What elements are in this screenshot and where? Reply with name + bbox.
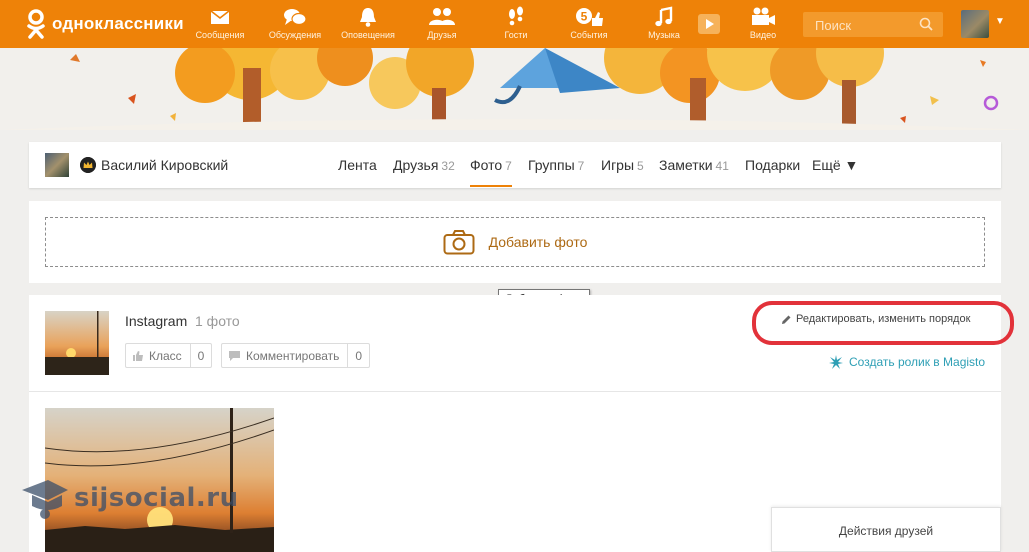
search-placeholder: Поиск <box>815 18 852 33</box>
like-count: 0 <box>197 348 205 363</box>
magisto-label: Создать ролик в Magisto <box>849 355 986 369</box>
nav-friends[interactable]: Друзья <box>407 6 477 40</box>
video-play-icon[interactable] <box>698 14 720 34</box>
tab-feed[interactable]: Лента <box>338 157 377 173</box>
tab-label: Заметки <box>659 157 713 173</box>
tab-count: 7 <box>505 159 512 173</box>
tab-label: Ещё ▼ <box>812 157 859 173</box>
nav-label: Обсуждения <box>268 30 322 40</box>
album-photo-count: 1 фото <box>195 313 240 329</box>
nav-label: Музыка <box>648 30 680 40</box>
graduation-cap-icon <box>22 480 68 519</box>
tab-count: 7 <box>577 159 585 173</box>
like-button[interactable]: Класс 0 <box>125 343 213 368</box>
bell-icon <box>360 8 376 27</box>
profile-cover-banner <box>0 48 1029 130</box>
tab-label: Подарки <box>745 157 801 173</box>
search-icon[interactable] <box>919 17 933 31</box>
events-badge: 5 <box>581 10 588 24</box>
nav-events[interactable]: 5 События <box>554 6 624 40</box>
edit-reorder-link[interactable]: Редактировать, изменить порядок <box>781 313 970 325</box>
comment-count: 0 <box>355 348 363 363</box>
nav-notifications[interactable]: Оповещения <box>333 6 403 40</box>
nav-label: Гости <box>504 30 528 40</box>
nav-video[interactable]: Видео <box>728 6 798 40</box>
tab-label: Друзья <box>393 157 439 173</box>
tab-count: 32 <box>441 159 455 173</box>
site-watermark: sijsocial.ru <box>20 474 239 522</box>
tab-groups[interactable]: Группы 7 <box>528 157 584 173</box>
comment-icon <box>229 350 240 361</box>
comment-label: Комментировать <box>246 348 340 363</box>
profile-avatar[interactable] <box>45 153 69 177</box>
comment-label-segment: Комментировать <box>222 344 349 367</box>
tab-photos[interactable]: Фото 7 <box>470 157 512 187</box>
nav-label: Оповещения <box>341 30 395 40</box>
nav-music[interactable]: Музыка <box>629 6 699 40</box>
tab-label: Лента <box>338 157 377 173</box>
friends-icon <box>429 8 455 25</box>
profile-name[interactable]: Василий Кировский <box>101 157 228 173</box>
tab-notes[interactable]: Заметки 41 <box>659 157 729 173</box>
avatar[interactable] <box>961 10 989 38</box>
nav-discussions[interactable]: Обсуждения <box>260 6 330 40</box>
album-card: Instagram 1 фото Класс 0 Комментировать … <box>29 295 1014 392</box>
tab-count: 5 <box>637 159 644 173</box>
tab-gifts[interactable]: Подарки <box>745 157 800 173</box>
magisto-icon <box>829 355 843 369</box>
autumn-trees-illustration <box>0 48 1029 130</box>
add-photo-label: Добавить фото <box>488 234 588 250</box>
like-label-segment: Класс <box>126 344 191 367</box>
watermark-text: sijsocial.ru <box>74 483 239 513</box>
nav-label: События <box>570 30 608 40</box>
crown-icon <box>80 157 96 173</box>
like-label: Класс <box>149 348 182 363</box>
nav-label: Друзья <box>427 30 457 40</box>
tab-games[interactable]: Игры 5 <box>601 157 644 173</box>
tab-label: Группы <box>528 157 575 173</box>
music-note-icon <box>655 6 673 27</box>
comment-button[interactable]: Комментировать 0 <box>221 343 371 368</box>
tab-friends[interactable]: Друзья 32 <box>393 157 455 173</box>
tab-label: Фото <box>470 157 503 173</box>
friends-activity-panel[interactable]: Действия друзей <box>771 507 1001 552</box>
tab-count: 41 <box>715 159 729 173</box>
nav-label: Сообщения <box>195 30 245 40</box>
video-camera-icon <box>752 7 775 25</box>
pencil-icon <box>782 315 791 324</box>
album-title[interactable]: Instagram <box>125 313 187 329</box>
tab-more[interactable]: Ещё ▼ <box>812 157 858 173</box>
friends-activity-label: Действия друзей <box>838 524 934 538</box>
nav-guests[interactable]: Гости <box>481 6 551 40</box>
camera-icon <box>443 230 475 255</box>
search-input[interactable]: Поиск <box>803 12 943 37</box>
events-like-icon: 5 <box>576 8 603 26</box>
ok-logo[interactable]: одноклассники <box>26 9 184 39</box>
thumbs-up-icon <box>133 350 143 361</box>
ok-logo-icon <box>27 9 45 39</box>
add-photo-button[interactable]: Добавить фото <box>45 217 985 267</box>
brand-name: одноклассники <box>52 14 184 33</box>
footprints-icon <box>509 6 523 26</box>
tab-label: Игры <box>601 157 635 173</box>
profile-navigation: Василий Кировский Лента Друзья 32 Фото 7 Г… <box>29 142 1001 188</box>
album-cover-thumbnail[interactable] <box>45 311 109 375</box>
nav-label: Видео <box>749 30 777 40</box>
edit-label: Редактировать, изменить порядок <box>796 313 971 325</box>
envelope-icon <box>210 10 230 24</box>
chevron-down-icon[interactable]: ▼ <box>995 16 1005 27</box>
chat-bubbles-icon <box>284 9 307 26</box>
top-navigation-bar: одноклассники Сообщения Обсуждения Опове… <box>0 0 1029 48</box>
nav-messages[interactable]: Сообщения <box>185 6 255 40</box>
sunset-photo <box>45 311 109 375</box>
add-photo-section: Добавить фото <box>29 201 1001 283</box>
magisto-link[interactable]: Создать ролик в Magisto <box>829 355 985 369</box>
play-triangle-icon <box>706 19 714 29</box>
